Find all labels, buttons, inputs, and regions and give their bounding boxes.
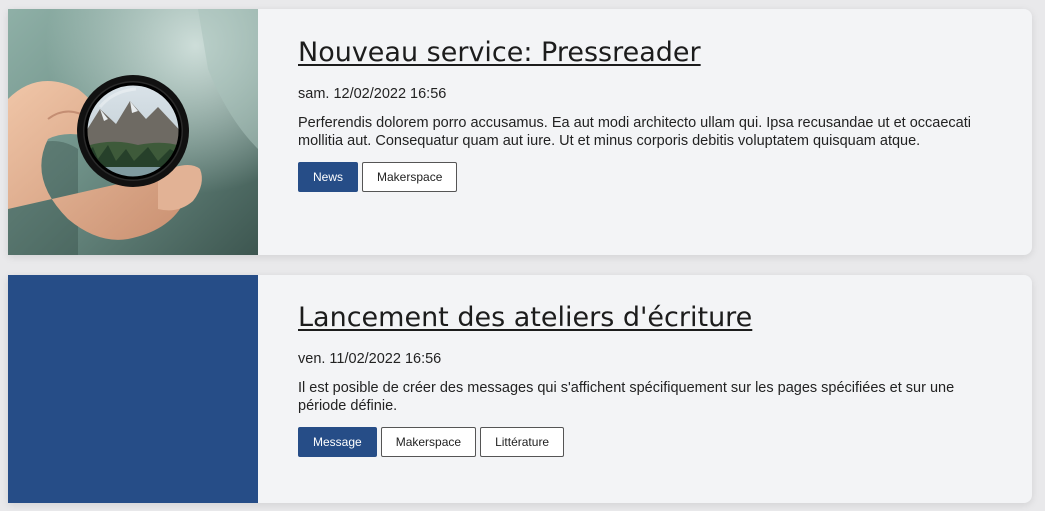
tag-message-button[interactable]: Message <box>298 427 377 457</box>
tag-list: News Makerspace <box>298 162 996 192</box>
news-content: Nouveau service: Pressreader sam. 12/02/… <box>298 9 996 192</box>
news-list: Nouveau service: Pressreader sam. 12/02/… <box>0 0 1045 511</box>
tag-makerspace-button[interactable]: Makerspace <box>362 162 458 192</box>
news-excerpt: Perferendis dolorem porro accusamus. Ea … <box>298 115 971 149</box>
news-card: Lancement des ateliers d'écriture ven. 1… <box>8 275 1032 503</box>
news-title-link[interactable]: Lancement des ateliers d'écriture <box>298 302 752 333</box>
news-date: ven. 11/02/2022 16:56 <box>298 351 442 367</box>
tag-news-button[interactable]: News <box>298 162 359 192</box>
tag-list: Message Makerspace Littérature <box>298 427 996 457</box>
tag-litterature-button[interactable]: Littérature <box>480 427 565 457</box>
news-excerpt: Il est posible de créer des messages qui… <box>298 380 955 414</box>
lens-photo-image <box>8 9 258 255</box>
news-card: Nouveau service: Pressreader sam. 12/02/… <box>8 9 1032 255</box>
news-content: Lancement des ateliers d'écriture ven. 1… <box>298 275 996 457</box>
news-thumbnail[interactable] <box>8 9 258 255</box>
tag-makerspace-button[interactable]: Makerspace <box>380 427 477 457</box>
news-title-link[interactable]: Nouveau service: Pressreader <box>298 37 701 68</box>
news-date: sam. 12/02/2022 16:56 <box>298 86 447 102</box>
news-thumbnail-placeholder[interactable] <box>8 275 258 503</box>
